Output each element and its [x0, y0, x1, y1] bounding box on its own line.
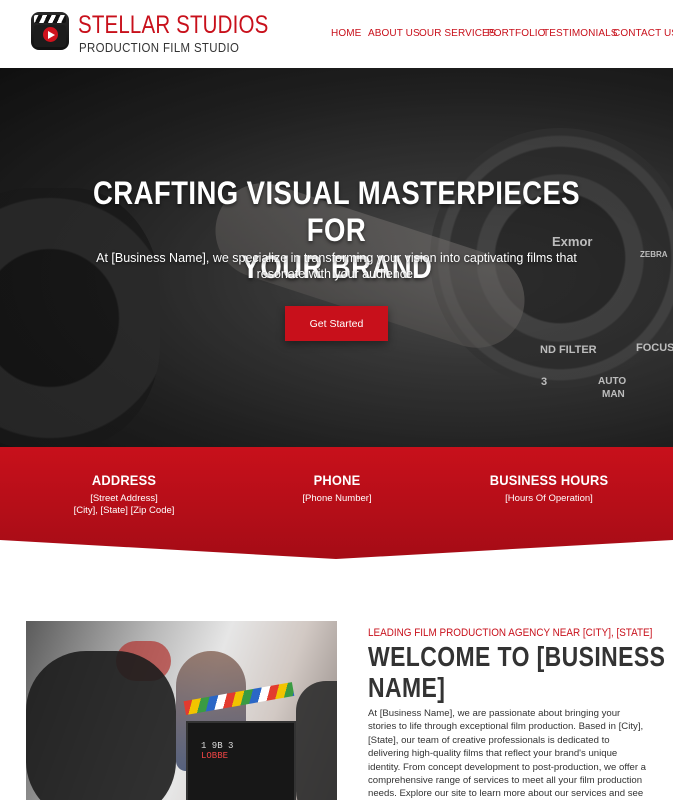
welcome-title: WELCOME TO [BUSINESS NAME] — [368, 641, 665, 703]
address-line-2: [City], [State] [Zip Code] — [73, 505, 175, 516]
camera-label: AUTO — [598, 376, 627, 387]
hours-title: BUSINESS HOURS — [489, 472, 609, 488]
nav-item-about-us[interactable]: ABOUT US — [368, 28, 420, 39]
site-header: STELLAR STUDIOS PRODUCTION FILM STUDIO H… — [0, 0, 673, 68]
section-kicker: LEADING FILM PRODUCTION AGENCY NEAR [CIT… — [368, 627, 653, 639]
camera-label: MAN — [602, 389, 625, 400]
hours-text: [Hours Of Operation] — [505, 493, 593, 504]
main-nav: HOME ABOUT US OUR SERVICES PORTFOLIO TES… — [0, 28, 673, 42]
welcome-title-line-1: WELCOME TO [BUSINESS — [368, 641, 666, 672]
welcome-title-line-2: NAME] — [368, 672, 446, 703]
get-started-button[interactable]: Get Started — [285, 306, 388, 341]
phone-number[interactable]: [Phone Number] — [253, 493, 421, 505]
slate-line: 1 9B 3 — [201, 741, 234, 751]
photo-foreground — [296, 681, 337, 800]
nav-item-contact-us[interactable]: CONTACT US — [613, 28, 673, 39]
brand-tagline: PRODUCTION FILM STUDIO — [79, 40, 240, 55]
nav-item-home[interactable]: HOME — [331, 28, 361, 39]
camera-label: ND FILTER — [540, 344, 597, 356]
hero-section: Exmor ZEBRA ND FILTER FOCUS 3 AUTO MAN C… — [0, 68, 673, 447]
phone-block: PHONE [Phone Number] — [253, 472, 421, 505]
address-line-1: [Street Address] — [90, 493, 158, 504]
address-title: ADDRESS — [91, 472, 157, 488]
camera-label: ZEBRA — [640, 250, 668, 259]
camera-label: 3 — [541, 376, 548, 388]
welcome-body: At [Business Name], we are passionate ab… — [368, 708, 647, 800]
address-block: ADDRESS [Street Address] [City], [State]… — [40, 472, 208, 517]
hero-title-line-1: CRAFTING VISUAL MASTERPIECES FOR — [92, 175, 581, 248]
camera-label: FOCUS — [636, 342, 673, 354]
nav-item-portfolio[interactable]: PORTFOLIO — [487, 28, 546, 39]
hours-block: BUSINESS HOURS [Hours Of Operation] — [465, 472, 633, 505]
hero-intro: At [Business Name], we specialize in tra… — [96, 251, 577, 281]
nav-item-our-services[interactable]: OUR SERVICES — [419, 28, 496, 39]
phone-title: PHONE — [313, 472, 361, 488]
film-set-photo: 1 9B 3 LOBBE — [26, 621, 337, 800]
contact-info-band: ADDRESS [Street Address] [City], [State]… — [0, 447, 673, 567]
photo-foreground — [26, 651, 176, 800]
clapper-stripe — [34, 15, 66, 23]
slate-text: 1 9B 3 LOBBE — [201, 741, 233, 761]
slate-line: LOBBE — [201, 751, 229, 761]
nav-item-testimonials[interactable]: TESTIMONIALS — [543, 28, 618, 39]
